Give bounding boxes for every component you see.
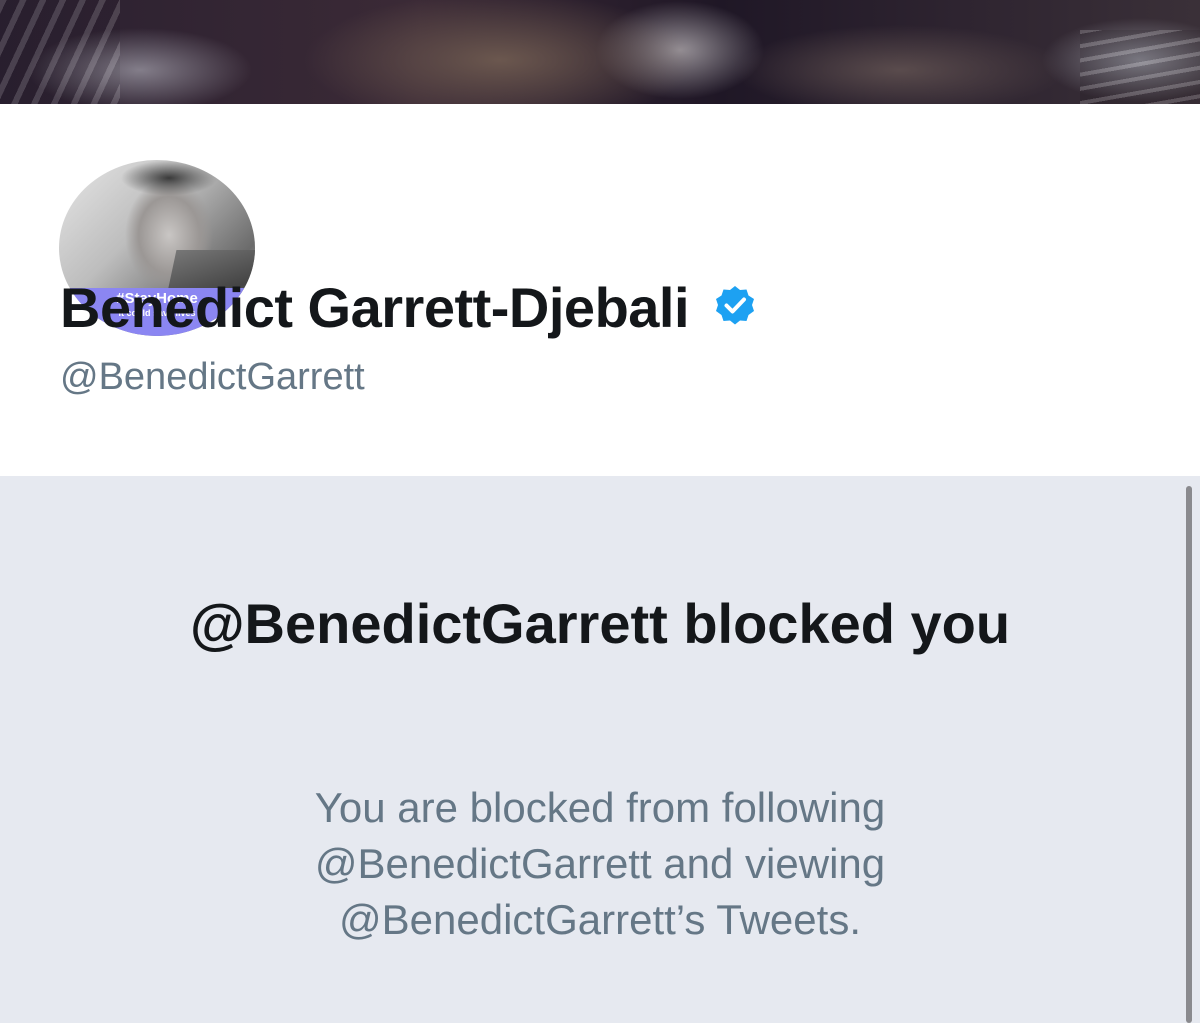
display-name: Benedict Garrett-Djebali xyxy=(60,275,690,339)
verified-badge-icon xyxy=(711,283,759,331)
name-row: Benedict Garrett-Djebali xyxy=(60,272,759,342)
profile-page: #StayHome It could save lives Benedict G… xyxy=(0,0,1200,1023)
header-banner-image[interactable] xyxy=(0,0,1200,104)
blocked-description: You are blocked from following @Benedict… xyxy=(314,784,886,943)
scrollbar[interactable] xyxy=(1186,486,1192,1023)
profile-handle: @BenedictGarrett xyxy=(60,356,365,398)
banner-fabric-right xyxy=(1080,30,1200,104)
banner-fabric-left xyxy=(0,0,120,104)
avatar-hair xyxy=(109,160,229,200)
blocked-title: @BenedictGarrett blocked you xyxy=(189,592,1011,655)
profile-header: #StayHome It could save lives Benedict G… xyxy=(0,104,1200,476)
